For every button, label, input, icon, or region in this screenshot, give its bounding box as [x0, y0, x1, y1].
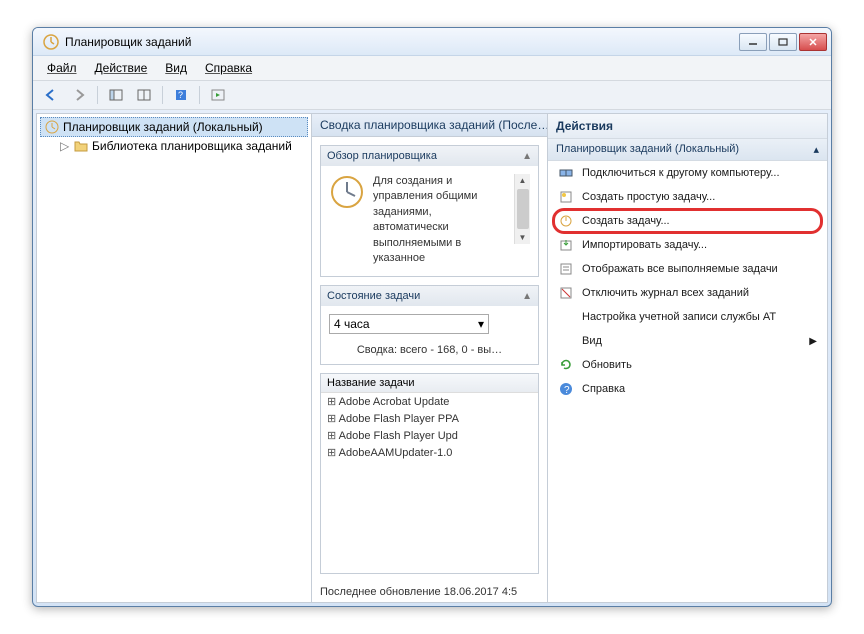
action-create-task[interactable]: Создать задачу... [548, 209, 827, 233]
overview-header[interactable]: Обзор планировщика ▲ [321, 146, 538, 166]
show-running-icon [558, 261, 574, 277]
action-view[interactable]: Вид ▶ [548, 329, 827, 353]
toolbar: ? [33, 81, 831, 110]
chevron-up-icon: ▲ [522, 291, 532, 302]
clock-icon [45, 120, 59, 134]
back-button[interactable] [39, 84, 63, 106]
connect-icon [558, 165, 574, 181]
collapse-arrow-icon: ▴ [813, 143, 819, 156]
folder-icon [74, 140, 88, 152]
disable-log-icon [558, 285, 574, 301]
titlebar: Планировщик заданий [33, 28, 831, 56]
window-controls [739, 33, 827, 51]
tree-root-label: Планировщик заданий (Локальный) [63, 120, 263, 134]
toolbar-separator [97, 86, 98, 104]
action-help[interactable]: ? Справка [548, 377, 827, 401]
action-at-account[interactable]: Настройка учетной записи службы AT [548, 305, 827, 329]
action-connect[interactable]: Подключиться к другому компьютеру... [548, 161, 827, 185]
refresh-icon [558, 357, 574, 373]
actions-header: Действия [548, 114, 827, 139]
maximize-button[interactable] [769, 33, 797, 51]
action-refresh[interactable]: Обновить [548, 353, 827, 377]
actions-pane: Действия Планировщик заданий (Локальный)… [547, 114, 827, 602]
overview-section: Обзор планировщика ▲ Для создания и упра… [320, 145, 539, 277]
blank-icon [558, 309, 574, 325]
task-row[interactable]: Adobe Acrobat Update [321, 393, 538, 410]
close-button[interactable] [799, 33, 827, 51]
import-icon [558, 237, 574, 253]
details-pane: Сводка планировщика заданий (После… Обзо… [312, 114, 547, 602]
svg-text:?: ? [564, 385, 570, 396]
tree-root[interactable]: Планировщик заданий (Локальный) [40, 117, 308, 137]
action-create-basic[interactable]: Создать простую задачу... [548, 185, 827, 209]
console-tree: Планировщик заданий (Локальный) ▷ Библио… [37, 114, 312, 602]
menu-help[interactable]: Справка [197, 58, 260, 78]
task-list: Название задачи Adobe Acrobat Update Ado… [320, 373, 539, 574]
details-body: Обзор планировщика ▲ Для создания и упра… [312, 137, 547, 582]
view-icon [558, 333, 574, 349]
chevron-up-icon: ▲ [522, 151, 532, 162]
tree-library[interactable]: ▷ Библиотека планировщика заданий [56, 137, 308, 155]
status-header[interactable]: Состояние задачи ▲ [321, 286, 538, 306]
minimize-button[interactable] [739, 33, 767, 51]
task-row[interactable]: Adobe Flash Player Upd [321, 427, 538, 444]
forward-button[interactable] [67, 84, 91, 106]
toolbar-separator [162, 86, 163, 104]
menubar: Файл Действие Вид Справка [33, 56, 831, 81]
svg-text:?: ? [178, 90, 183, 100]
menu-action[interactable]: Действие [87, 58, 156, 78]
action-disable-log[interactable]: Отключить журнал всех заданий [548, 281, 827, 305]
tree-library-label: Библиотека планировщика заданий [92, 139, 292, 153]
properties-button[interactable] [132, 84, 156, 106]
overview-text: Для создания и управления общими задания… [373, 174, 506, 266]
task-scheduler-window: Планировщик заданий Файл Действие Вид Сп… [32, 27, 832, 607]
task-row[interactable]: Adobe Flash Player PPA [321, 410, 538, 427]
create-task-icon [558, 213, 574, 229]
help-button[interactable]: ? [169, 84, 193, 106]
task-list-header[interactable]: Название задачи [321, 374, 538, 393]
menu-file[interactable]: Файл [39, 58, 85, 78]
toolbar-separator [199, 86, 200, 104]
action-import[interactable]: Импортировать задачу... [548, 233, 827, 257]
overview-scrollbar[interactable]: ▲ ▼ [514, 174, 530, 244]
actions-subheader[interactable]: Планировщик заданий (Локальный) ▴ [548, 139, 827, 161]
show-hide-tree-button[interactable] [104, 84, 128, 106]
clock-large-icon [329, 174, 365, 210]
content-area: Планировщик заданий (Локальный) ▷ Библио… [36, 113, 828, 603]
overview-body: Для создания и управления общими задания… [321, 166, 538, 276]
window-title: Планировщик заданий [65, 35, 739, 49]
details-header: Сводка планировщика заданий (После… [312, 114, 547, 137]
task-row[interactable]: AdobeAAMUpdater-1.0 [321, 444, 538, 461]
status-summary: Сводка: всего - 168, 0 - вы… [329, 344, 530, 356]
chevron-down-icon: ▾ [478, 317, 484, 331]
create-basic-icon [558, 189, 574, 205]
action-show-running[interactable]: Отображать все выполняемые задачи [548, 257, 827, 281]
app-icon [43, 34, 59, 50]
expander-icon[interactable]: ▷ [60, 139, 70, 153]
help-icon: ? [558, 381, 574, 397]
status-body: 4 часа ▾ Сводка: всего - 168, 0 - вы… [321, 306, 538, 364]
submenu-arrow-icon: ▶ [809, 336, 817, 347]
status-section: Состояние задачи ▲ 4 часа ▾ Сводка: всег… [320, 285, 539, 365]
last-update-status: Последнее обновление 18.06.2017 4:5 [312, 582, 547, 602]
time-range-dropdown[interactable]: 4 часа ▾ [329, 314, 489, 334]
run-button[interactable] [206, 84, 230, 106]
menu-view[interactable]: Вид [157, 58, 195, 78]
